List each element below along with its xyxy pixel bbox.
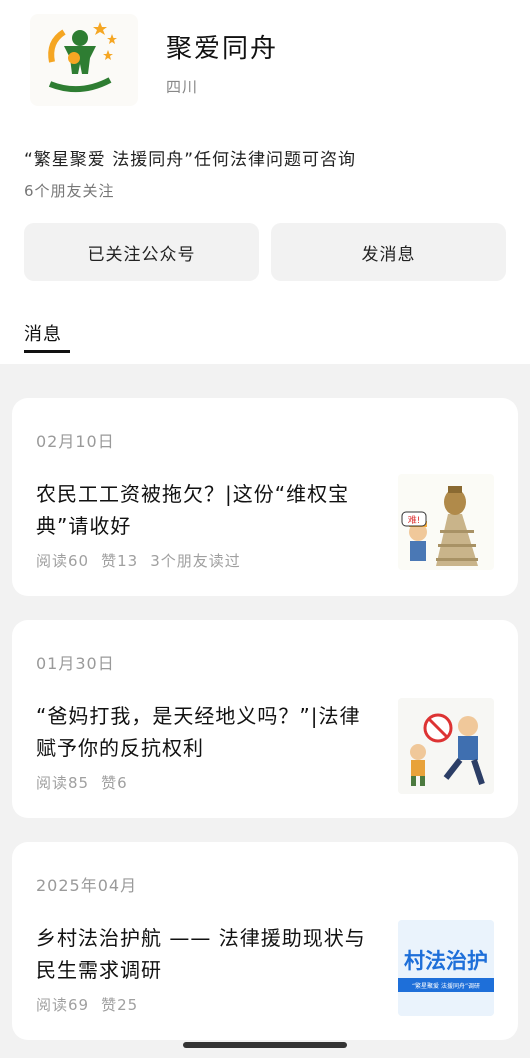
article-stats: 阅读85 赞6 [36, 772, 128, 793]
account-name: 聚爱同舟 [166, 34, 279, 64]
article-thumbnail[interactable]: 村法治护 “繁星聚爱 法援同舟”调研 [398, 920, 494, 1016]
tab-active-indicator [24, 350, 70, 353]
tab-messages[interactable]: 消息 [24, 320, 62, 346]
read-count: 阅读60 [36, 552, 90, 570]
thumb-title-text: 村法治护 [404, 949, 488, 973]
article-stats: 阅读69 赞25 [36, 994, 138, 1015]
article-thumbnail[interactable] [398, 698, 494, 794]
article-title[interactable]: 乡村法治护航 —— 法律援助现状与民生需求调研 [36, 922, 381, 986]
rural-rule-of-law-banner-icon: 村法治护 “繁星聚爱 法援同舟”调研 [398, 920, 494, 1016]
send-message-button[interactable]: 发消息 [271, 223, 506, 281]
article-title[interactable]: “爸妈打我，是天经地义吗？”|法律赋予你的反抗权利 [36, 700, 381, 764]
thumb-speech-text: 难! [408, 515, 421, 526]
followed-account-button[interactable]: 已关注公众号 [24, 223, 259, 281]
friends-read: 3个朋友读过 [150, 552, 241, 570]
read-count: 阅读69 [36, 996, 90, 1014]
account-description: “繁星聚爱 法援同舟”任何法律问题可咨询 [24, 150, 357, 170]
article-card[interactable]: 01月30日 “爸妈打我，是天经地义吗？”|法律赋予你的反抗权利 阅读85 赞6 [12, 620, 518, 818]
article-date: 02月10日 [36, 432, 115, 451]
like-count: 赞25 [101, 996, 139, 1014]
article-card[interactable]: 2025年04月 乡村法治护航 —— 法律援助现状与民生需求调研 阅读69 赞2… [12, 842, 518, 1040]
like-count: 赞13 [101, 552, 139, 570]
account-region: 四川 [166, 78, 199, 96]
account-logo-icon [48, 22, 117, 93]
article-card[interactable]: 02月10日 农民工工资被拖欠？|这份“维权宝典”请收好 阅读60 赞13 3个… [12, 398, 518, 596]
friends-following-count[interactable]: 6个朋友关注 [24, 180, 115, 201]
article-stats: 阅读60 赞13 3个朋友读过 [36, 550, 241, 571]
wage-claim-cartoon-icon: 难! [398, 474, 494, 570]
article-thumbnail[interactable]: 难! [398, 474, 494, 570]
home-indicator[interactable] [183, 1042, 347, 1048]
account-header: 聚爱同舟 四川 “繁星聚爱 法援同舟”任何法律问题可咨询 6个朋友关注 已关注公… [0, 0, 530, 364]
thumb-subtitle-text: “繁星聚爱 法援同舟”调研 [412, 982, 480, 990]
anti-domestic-violence-cartoon-icon [398, 698, 494, 794]
account-logo[interactable] [30, 14, 138, 106]
article-title[interactable]: 农民工工资被拖欠？|这份“维权宝典”请收好 [36, 478, 381, 542]
read-count: 阅读85 [36, 774, 90, 792]
article-date: 01月30日 [36, 654, 115, 673]
like-count: 赞6 [101, 774, 128, 792]
article-date: 2025年04月 [36, 876, 138, 895]
